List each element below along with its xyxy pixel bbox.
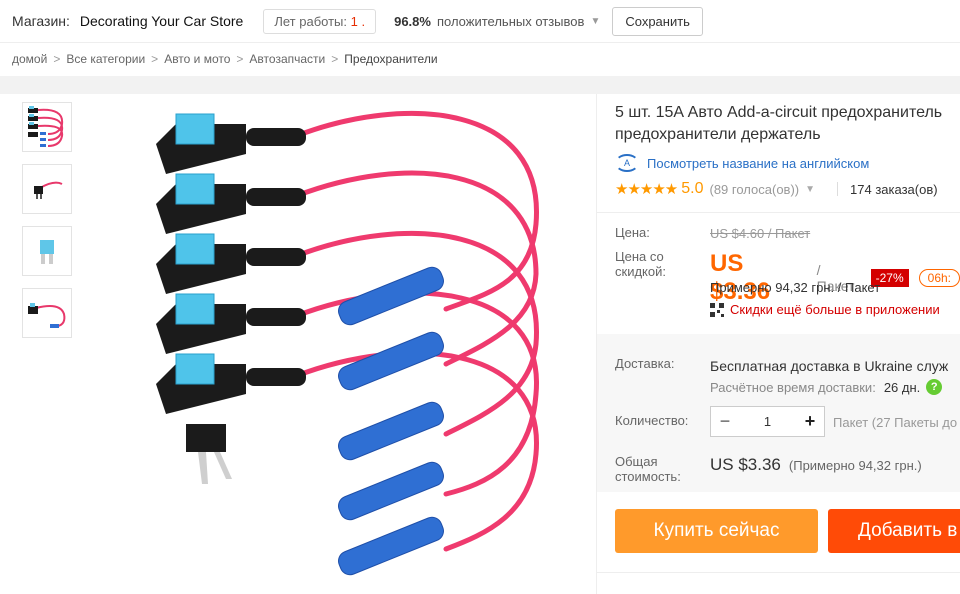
breadcrumb-fuses[interactable]: Предохранители: [344, 52, 437, 66]
total-label: Общая стоимость:: [615, 454, 681, 484]
delivery-time-value: 26 дн.: [883, 379, 921, 395]
total-label-line: Общая: [615, 454, 658, 469]
thumbnail-mini-fuse[interactable]: [22, 226, 72, 276]
quantity-increase-button[interactable]: +: [796, 411, 824, 432]
help-icon[interactable]: ?: [926, 379, 943, 395]
breadcrumb-separator: >: [151, 52, 159, 66]
store-years-badge: Лет работы: 1 .: [263, 8, 377, 34]
chevron-down-icon[interactable]: ▼: [590, 16, 600, 27]
breadcrumb: домой > Все категории > Авто и мото > Ав…: [12, 52, 438, 66]
product-gallery: [14, 94, 594, 594]
discount-price-label: Цена со скидкой:: [615, 249, 666, 279]
shipping-option[interactable]: Бесплатная доставка в Ukraine служ: [710, 358, 948, 374]
product-info: 5 шт. 15A Авто Add-a-circuit предохранит…: [597, 94, 960, 594]
product-title: 5 шт. 15A Авто Add-a-circuit предохранит…: [615, 102, 960, 146]
quantity-input[interactable]: 1: [739, 414, 796, 429]
quantity-stepper: − 1 +: [710, 406, 825, 437]
thumbnail-fuse-taps-set[interactable]: [22, 102, 72, 152]
total-price: US $3.36 (Примерно 94,32 грн.): [710, 455, 922, 475]
store-label: Магазин:: [12, 13, 70, 29]
shipping-label: Доставка:: [615, 356, 675, 371]
delivery-time-label: Расчётное время доставки:: [710, 379, 876, 395]
total-price-value: US $3.36: [710, 455, 781, 474]
chevron-down-icon[interactable]: ▼: [805, 184, 815, 195]
fuse-holders: [156, 113, 306, 484]
app-discount-link[interactable]: Скидки ещё больше в приложении: [710, 302, 940, 317]
breadcrumb-separator: >: [53, 52, 61, 66]
breadcrumb-home[interactable]: домой: [12, 52, 47, 66]
breadcrumb-all-categories[interactable]: Все категории: [66, 52, 145, 66]
votes-count[interactable]: (89 голоса(ов)): [710, 182, 800, 197]
discount-price-label-line: скидкой:: [615, 264, 666, 279]
quantity-label: Количество:: [615, 413, 689, 428]
product-title-line: предохранители держатель: [615, 126, 821, 143]
breadcrumb-separator: >: [331, 52, 339, 66]
star-rating-icon: ★★★★★: [615, 181, 678, 198]
current-price-row: US $3.36 / Пакет -27% 06h:: [710, 250, 960, 306]
breadcrumb-separator: >: [236, 52, 244, 66]
approx-price: Примерно 94,32 грн. / Пакет: [710, 280, 881, 295]
product-title-line: 5 шт. 15A Авто Add-a-circuit предохранит…: [615, 104, 943, 121]
thumbnail-single-fuse-tap[interactable]: [22, 164, 72, 214]
buy-now-button[interactable]: Купить сейчас: [615, 509, 818, 553]
add-to-cart-button[interactable]: Добавить в: [828, 509, 960, 553]
translate-link-text[interactable]: Посмотреть название на английском: [647, 156, 869, 171]
thumbnail-fuse-tap-with-connector[interactable]: [22, 288, 72, 338]
current-price: US $3.36: [710, 250, 771, 305]
rating-score: 5.0: [681, 180, 704, 197]
feedback-percent: 96.8%: [394, 13, 431, 29]
save-store-button[interactable]: Сохранить: [612, 6, 703, 36]
thumbnail-list: [22, 102, 72, 338]
section-divider: [0, 76, 960, 94]
main-product-image[interactable]: [106, 94, 594, 594]
divider: [837, 182, 839, 196]
total-label-line: стоимость:: [615, 469, 681, 484]
rating-row: ★★★★★ 5.0 (89 голоса(ов)) ▼ 174 заказа(о…: [615, 180, 938, 198]
breadcrumb-auto-parts[interactable]: Автозапчасти: [249, 52, 325, 66]
translate-title-link[interactable]: А Посмотреть название на английском: [615, 154, 869, 172]
store-name-link[interactable]: Decorating Your Car Store: [80, 13, 243, 29]
discount-price-label-line: Цена со: [615, 249, 664, 264]
delivery-time: Расчётное время доставки: 26 дн. ?: [710, 379, 943, 395]
price-label: Цена:: [615, 225, 650, 240]
feedback-label[interactable]: положительных отзывов: [437, 14, 584, 29]
store-bar: Магазин: Decorating Your Car Store Лет р…: [0, 0, 960, 43]
divider: [597, 212, 960, 213]
quantity-decrease-button[interactable]: −: [711, 411, 739, 432]
app-discount-text[interactable]: Скидки ещё больше в приложении: [730, 302, 940, 317]
store-years-label: Лет работы:: [274, 13, 347, 29]
orders-count: 174 заказа(ов): [850, 181, 938, 197]
countdown-timer: 06h:: [918, 269, 960, 287]
breadcrumb-auto-moto[interactable]: Авто и мото: [164, 52, 230, 66]
qr-code-icon: [710, 302, 724, 317]
translate-icon: А: [615, 154, 639, 172]
total-price-approx: (Примерно 94,32 грн.): [788, 458, 922, 473]
old-price: US $4.60 / Пакет: [710, 226, 811, 241]
divider: [597, 572, 960, 573]
quantity-availability: Пакет (27 Пакеты до: [833, 415, 958, 430]
store-years-value: 1 .: [350, 13, 366, 29]
